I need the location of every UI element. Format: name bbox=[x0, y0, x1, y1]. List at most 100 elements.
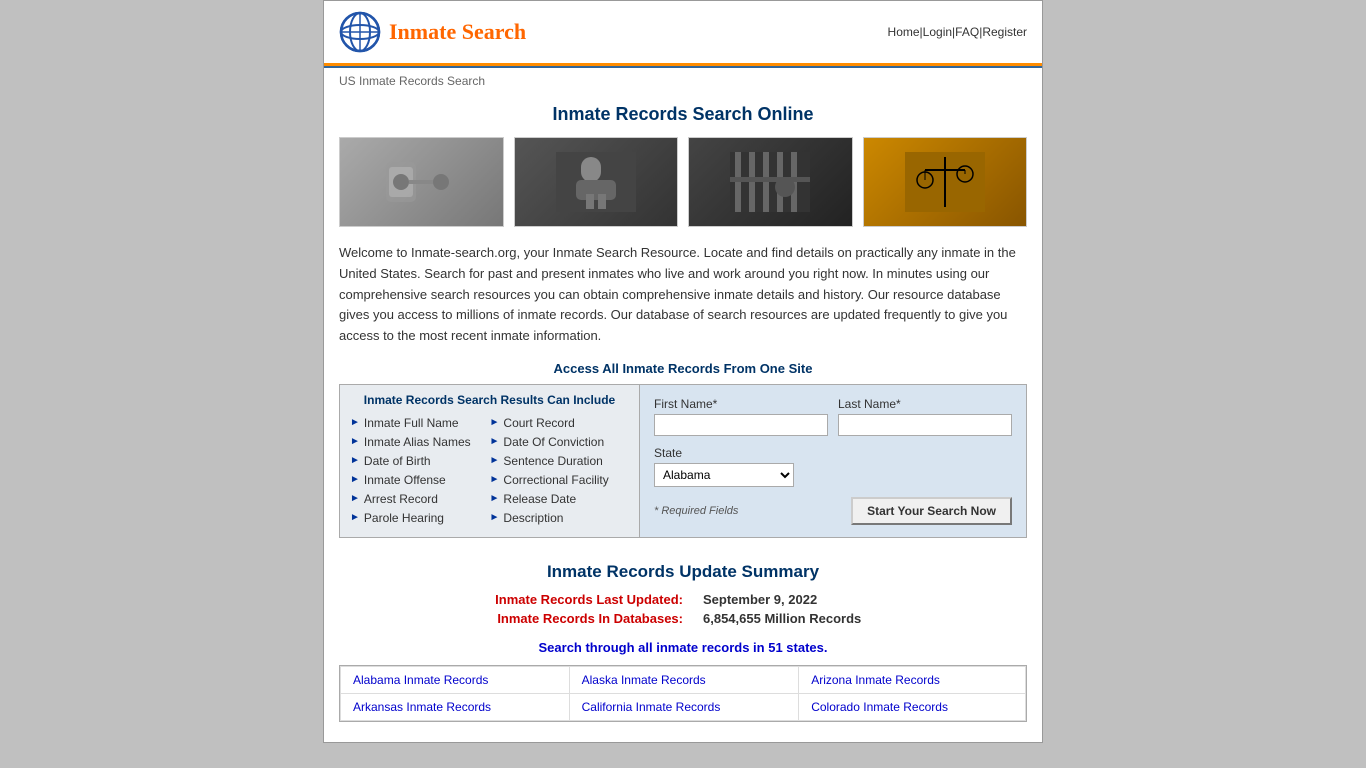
arrow-icon: ► bbox=[350, 512, 360, 523]
last-name-group: Last Name* bbox=[838, 397, 1012, 436]
last-name-input[interactable] bbox=[838, 414, 1012, 436]
arrow-icon: ► bbox=[350, 493, 360, 504]
arrow-icon: ► bbox=[350, 436, 360, 447]
table-cell[interactable]: Arkansas Inmate Records bbox=[341, 693, 570, 720]
form-row-names: First Name* Last Name* bbox=[654, 397, 1012, 436]
search-link[interactable]: Search through all inmate records in 51 … bbox=[339, 640, 1027, 655]
arrow-icon: ► bbox=[490, 474, 500, 485]
first-name-input[interactable] bbox=[654, 414, 828, 436]
update-row-last-updated: Inmate Records Last Updated: September 9… bbox=[339, 592, 1027, 607]
update-heading: Inmate Records Update Summary bbox=[339, 562, 1027, 582]
field-item: ►Sentence Duration bbox=[490, 453, 630, 469]
state-records-link[interactable]: Arkansas Inmate Records bbox=[353, 700, 491, 714]
images-row bbox=[339, 137, 1027, 227]
required-note: * Required Fields bbox=[654, 505, 738, 517]
fields-grid: ►Inmate Full Name►Court Record►Inmate Al… bbox=[350, 415, 629, 526]
arrest-svg bbox=[556, 152, 636, 212]
state-records-link[interactable]: Colorado Inmate Records bbox=[811, 700, 948, 714]
field-item: ► Inmate Offense bbox=[350, 472, 490, 488]
nav-register[interactable]: Register bbox=[982, 25, 1027, 39]
arrow-icon: ► bbox=[490, 493, 500, 504]
field-item: ►Date Of Conviction bbox=[490, 434, 630, 450]
globe-icon bbox=[339, 11, 381, 53]
field-label: Inmate Full Name bbox=[364, 416, 459, 430]
form-row-submit: * Required Fields Start Your Search Now bbox=[654, 497, 1012, 525]
update-summary: Inmate Records Update Summary Inmate Rec… bbox=[339, 562, 1027, 655]
search-container: Inmate Records Search Results Can Includ… bbox=[339, 384, 1027, 538]
arrow-icon: ► bbox=[490, 417, 500, 428]
state-records-link[interactable]: Alabama Inmate Records bbox=[353, 673, 488, 687]
arrow-icon: ► bbox=[350, 417, 360, 428]
arrow-icon: ► bbox=[350, 455, 360, 466]
field-label: Sentence Duration bbox=[503, 454, 602, 468]
field-item: ► Inmate Alias Names bbox=[350, 434, 490, 450]
state-records-link[interactable]: Alaska Inmate Records bbox=[582, 673, 706, 687]
left-panel: Inmate Records Search Results Can Includ… bbox=[340, 385, 640, 537]
last-updated-value: September 9, 2022 bbox=[703, 592, 903, 607]
logo-area: Inmate Search bbox=[339, 11, 526, 53]
form-row-state: State AlabamaAlaskaArizonaArkansasCalifo… bbox=[654, 446, 1012, 487]
field-item: ►Court Record bbox=[490, 415, 630, 431]
table-cell[interactable]: Colorado Inmate Records bbox=[799, 693, 1026, 720]
search-states-link[interactable]: Search through all inmate records in 51 … bbox=[539, 640, 828, 655]
field-label: Court Record bbox=[503, 416, 574, 430]
state-table-container: Alabama Inmate Records Alaska Inmate Reco… bbox=[339, 665, 1027, 722]
field-item: ► Arrest Record bbox=[350, 491, 490, 507]
field-item: ►Correctional Facility bbox=[490, 472, 630, 488]
state-records-link[interactable]: California Inmate Records bbox=[582, 700, 721, 714]
field-label: Correctional Facility bbox=[503, 473, 608, 487]
records-label: Inmate Records In Databases: bbox=[463, 611, 683, 626]
table-row: Arkansas Inmate Records California Inmate… bbox=[341, 693, 1026, 720]
field-label: Arrest Record bbox=[364, 492, 438, 506]
nav-home[interactable]: Home bbox=[888, 25, 920, 39]
justice-svg bbox=[905, 152, 985, 212]
field-label: Inmate Offense bbox=[364, 473, 446, 487]
state-table: Alabama Inmate Records Alaska Inmate Reco… bbox=[340, 666, 1026, 721]
site-title: Inmate Search bbox=[389, 19, 526, 45]
field-label: Parole Hearing bbox=[364, 511, 444, 525]
access-heading: Access All Inmate Records From One Site bbox=[339, 361, 1027, 376]
field-item: ► Date of Birth bbox=[350, 453, 490, 469]
state-records-link[interactable]: Arizona Inmate Records bbox=[811, 673, 940, 687]
state-label: State bbox=[654, 446, 1012, 460]
image-justice bbox=[863, 137, 1028, 227]
page-title: Inmate Records Search Online bbox=[339, 104, 1027, 125]
nav-links: Home|Login|FAQ|Register bbox=[888, 25, 1027, 39]
field-label: Description bbox=[503, 511, 563, 525]
search-button[interactable]: Start Your Search Now bbox=[851, 497, 1012, 525]
table-cell[interactable]: Arizona Inmate Records bbox=[799, 666, 1026, 693]
field-item: ► Parole Hearing bbox=[350, 510, 490, 526]
arrow-icon: ► bbox=[490, 436, 500, 447]
field-label: Date Of Conviction bbox=[503, 435, 604, 449]
breadcrumb: US Inmate Records Search bbox=[324, 68, 1042, 94]
nav-faq[interactable]: FAQ bbox=[955, 25, 979, 39]
field-label: Release Date bbox=[503, 492, 576, 506]
arrow-icon: ► bbox=[350, 474, 360, 485]
image-bars bbox=[688, 137, 853, 227]
image-arrest bbox=[514, 137, 679, 227]
state-table-body: Alabama Inmate Records Alaska Inmate Reco… bbox=[341, 666, 1026, 720]
arrow-icon: ► bbox=[490, 455, 500, 466]
update-row-records: Inmate Records In Databases: 6,854,655 M… bbox=[339, 611, 1027, 626]
table-cell[interactable]: Alabama Inmate Records bbox=[341, 666, 570, 693]
records-value: 6,854,655 Million Records bbox=[703, 611, 903, 626]
first-name-group: First Name* bbox=[654, 397, 828, 436]
site-header: Inmate Search Home|Login|FAQ|Register bbox=[324, 1, 1042, 63]
table-cell[interactable]: California Inmate Records bbox=[569, 693, 799, 720]
handcuffs-svg bbox=[381, 152, 461, 212]
table-row: Alabama Inmate Records Alaska Inmate Reco… bbox=[341, 666, 1026, 693]
field-label: Inmate Alias Names bbox=[364, 435, 471, 449]
field-item: ►Description bbox=[490, 510, 630, 526]
field-label: Date of Birth bbox=[364, 454, 431, 468]
state-select[interactable]: AlabamaAlaskaArizonaArkansasCaliforniaCo… bbox=[654, 463, 794, 487]
table-cell[interactable]: Alaska Inmate Records bbox=[569, 666, 799, 693]
main-content: Inmate Records Search Online bbox=[324, 94, 1042, 742]
arrow-icon: ► bbox=[490, 512, 500, 523]
nav-login[interactable]: Login bbox=[923, 25, 952, 39]
last-updated-label: Inmate Records Last Updated: bbox=[463, 592, 683, 607]
bars-svg bbox=[730, 152, 810, 212]
left-panel-title: Inmate Records Search Results Can Includ… bbox=[350, 393, 629, 407]
right-panel: First Name* Last Name* State AlabamaAlas… bbox=[640, 385, 1026, 537]
last-name-label: Last Name* bbox=[838, 397, 1012, 411]
image-handcuffs bbox=[339, 137, 504, 227]
